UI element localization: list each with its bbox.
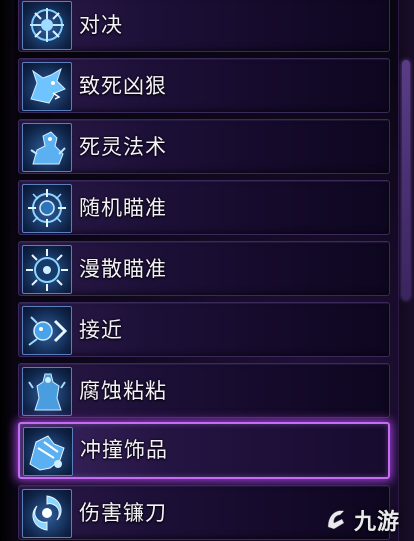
skill-item-charge-trinket[interactable]: 冲撞饰品 [18,422,390,479]
scatter-aim-icon [22,245,72,294]
skill-item-lethal-ferocity[interactable]: 致死凶狠 [18,58,390,113]
watermark: 九游 [322,503,400,537]
skill-item-duel[interactable]: 对决 [18,0,390,52]
watermark-text: 九游 [354,510,401,535]
skill-item-approach[interactable]: 接近 [18,302,390,357]
charge-trinket-icon [23,427,73,476]
left-gutter [0,0,14,541]
scrollbar-thumb[interactable] [402,60,410,300]
skill-item-corrosive-sticky[interactable]: 腐蚀粘粘 [18,363,390,418]
skill-item-label: 腐蚀粘粘 [79,379,167,403]
necromancy-icon [22,123,72,172]
skill-item-label: 冲撞饰品 [80,438,168,462]
skill-item-label: 随机瞄准 [79,196,167,220]
skill-item-label: 伤害镰刀 [79,501,167,525]
approach-icon [22,306,72,355]
jiuyou-logo-icon [327,510,345,530]
skill-item-label: 漫散瞄准 [79,257,167,281]
damage-scythe-icon [22,489,72,538]
wolf-icon [22,62,72,111]
skill-item-label: 致死凶狠 [79,74,167,98]
skill-item-label: 对决 [79,13,123,37]
skill-item-label: 接近 [79,318,123,342]
random-aim-icon [22,184,72,233]
corrosive-sticky-icon [22,367,72,416]
skill-item-scatter-aim[interactable]: 漫散瞄准 [18,241,390,296]
skill-item-label: 死灵法术 [79,135,167,159]
skill-item-necromancy[interactable]: 死灵法术 [18,119,390,174]
skill-item-random-aim[interactable]: 随机瞄准 [18,180,390,235]
skill-list-screen: 对决 致死凶狠 死灵法术 随机瞄准 漫散瞄准 接近 腐蚀粘粘 冲撞饰品 伤害镰刀… [0,0,414,541]
duel-icon [22,1,72,50]
